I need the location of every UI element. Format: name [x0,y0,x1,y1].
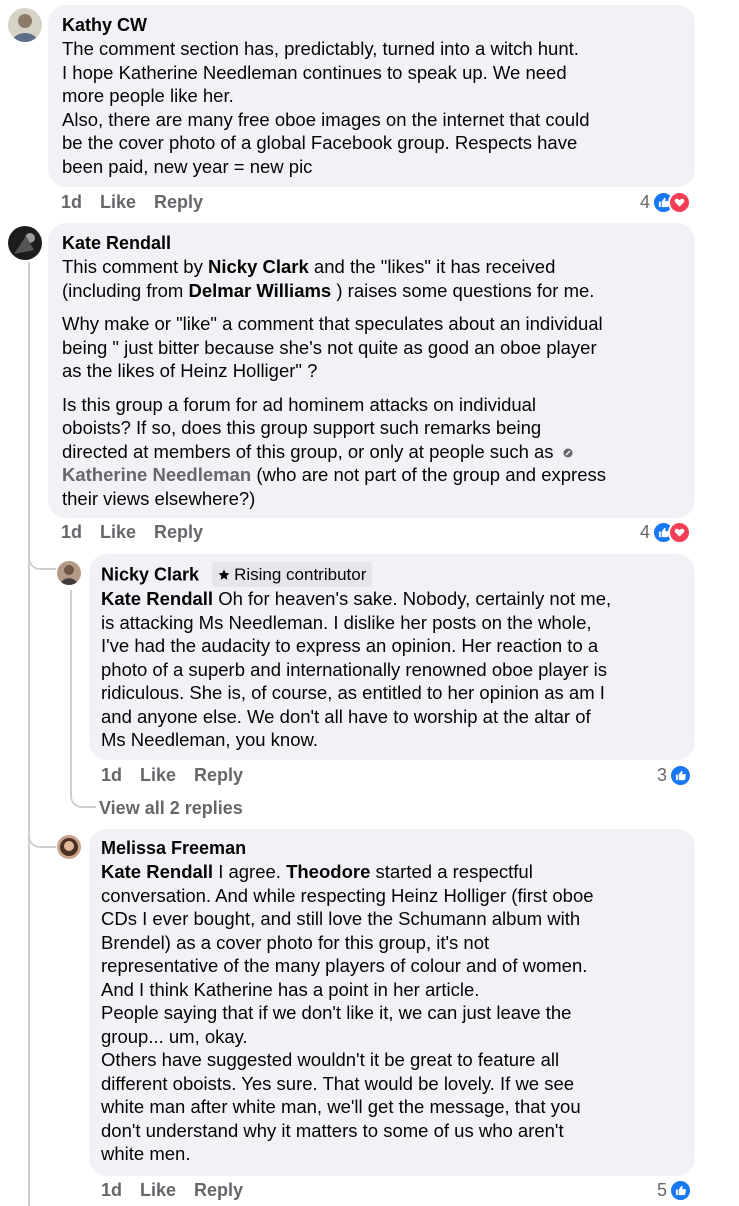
comment-bubble: Kate Rendall This comment by Nicky Clark… [48,223,695,518]
comment-actions: 1d Like Reply [101,1180,243,1201]
mention-link[interactable]: Kate Rendall [101,588,213,609]
thread-line-main [28,262,30,1206]
comment-text: Kate Rendall Oh for heaven's sake. Nobod… [101,588,612,750]
comment-text: Kate Rendall I agree. Theodore started a… [101,861,594,1164]
reaction-count: 5 [657,1180,668,1200]
like-button[interactable]: Like [100,522,136,543]
like-button[interactable]: Like [140,1180,176,1201]
like-button[interactable]: Like [140,765,176,786]
comment-text: The comment section has, predictably, tu… [62,38,590,177]
reply-button[interactable]: Reply [194,765,243,786]
mention-link[interactable]: Katherine Needleman [62,464,251,485]
reaction-count: 4 [640,192,651,212]
thread-branch-melissa [28,834,56,848]
heart-icon [668,521,692,544]
avatar[interactable] [57,835,81,859]
reply-button[interactable]: Reply [194,1180,243,1201]
reaction-summary[interactable]: 5 [657,1179,693,1202]
reaction-summary[interactable]: 4 [640,191,692,214]
star-icon [218,569,230,580]
comment-author[interactable]: Melissa Freeman [101,837,683,860]
avatar[interactable] [8,8,42,42]
comment-author[interactable]: Nicky Clark [101,565,199,585]
comment-bubble: Melissa Freeman Kate Rendall I agree. Th… [89,829,695,1176]
tag-dot-icon [563,448,573,457]
reply-button[interactable]: Reply [154,522,203,543]
heart-icon [668,191,692,214]
comment-author-row: Nicky Clark Rising contributor [101,562,683,587]
avatar[interactable] [57,561,81,585]
like-button[interactable]: Like [100,192,136,213]
mention-link[interactable]: Nicky Clark [208,256,309,277]
thread-branch-nicky [28,556,56,570]
comment-bubble: Kathy CW The comment section has, predic… [48,5,695,187]
comment-actions: 1d Like Reply [101,765,243,786]
reaction-count: 4 [640,522,651,542]
comment-time[interactable]: 1d [61,522,82,543]
reaction-count: 3 [657,765,668,785]
comment-time[interactable]: 1d [61,192,82,213]
comment-author[interactable]: Kathy CW [62,14,681,37]
comment-text: This comment by Nicky Clark and the "lik… [62,256,606,509]
comment-time[interactable]: 1d [101,765,122,786]
reaction-summary[interactable]: 3 [657,764,693,787]
reaction-summary[interactable]: 4 [640,521,692,544]
comment-author[interactable]: Kate Rendall [62,232,681,255]
comment-actions: 1d Like Reply [61,192,203,213]
mention-link[interactable]: Theodore [286,861,370,882]
reply-button[interactable]: Reply [154,192,203,213]
comment-time[interactable]: 1d [101,1180,122,1201]
mention-link[interactable]: Delmar Williams [188,280,331,301]
mention-link[interactable]: Kate Rendall [101,861,213,882]
avatar[interactable] [8,226,42,260]
thumbs-up-icon [669,764,693,787]
rising-contributor-badge[interactable]: Rising contributor [212,562,373,587]
thread-branch-viewall [70,780,96,808]
comment-bubble: Nicky Clark Rising contributor Kate Rend… [89,554,695,760]
view-all-replies-link[interactable]: View all 2 replies [99,798,243,819]
comment-actions: 1d Like Reply [61,522,203,543]
thumbs-up-icon [669,1179,693,1202]
thread-line-nicky [70,590,72,790]
